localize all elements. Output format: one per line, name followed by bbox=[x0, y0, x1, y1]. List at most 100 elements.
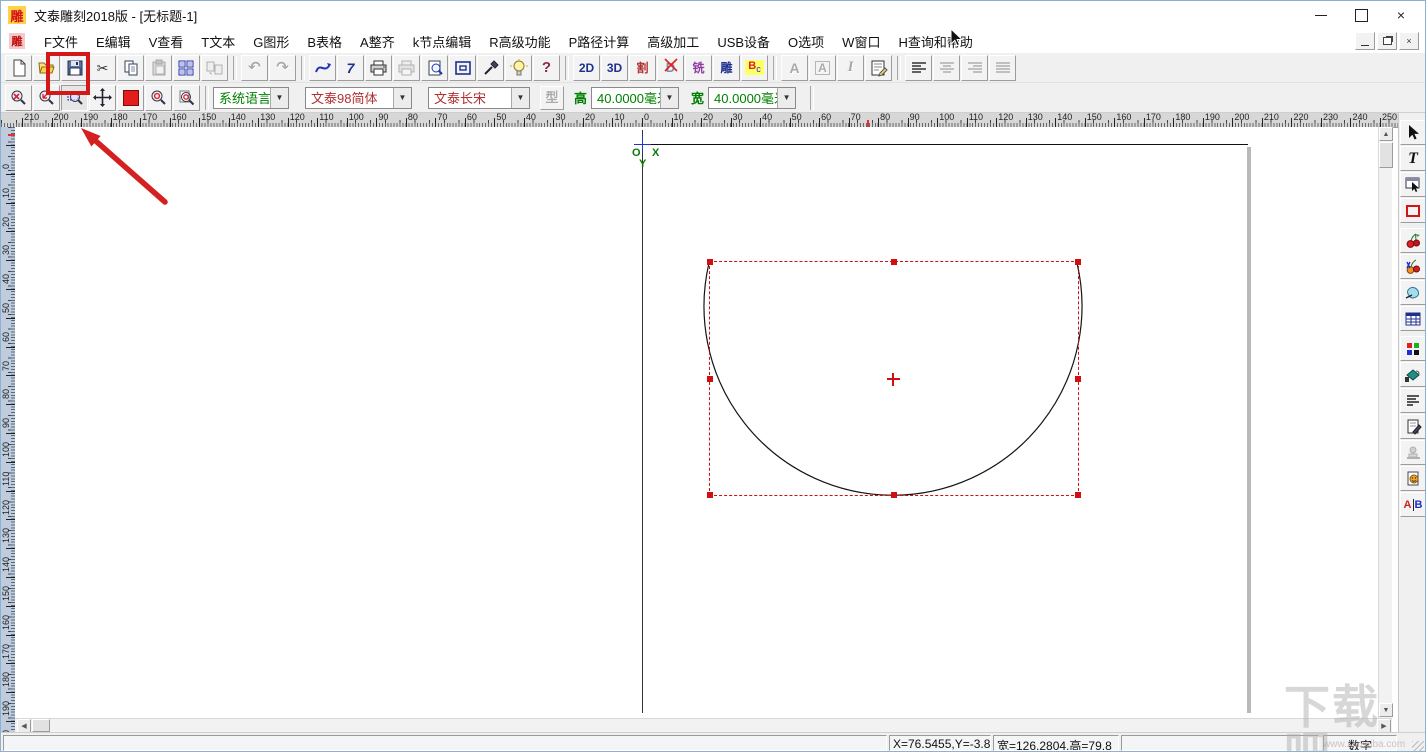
selection-handle[interactable] bbox=[891, 492, 897, 498]
chevron-down-icon[interactable]: ▼ bbox=[270, 88, 288, 108]
selection-handle[interactable] bbox=[707, 492, 713, 498]
type-button[interactable]: 型 bbox=[540, 86, 564, 110]
selection-handle[interactable] bbox=[707, 376, 713, 382]
horizontal-scrollbar[interactable]: ◀ ▶ bbox=[15, 718, 1392, 732]
zoom-out-button[interactable] bbox=[5, 85, 32, 111]
open-button[interactable] bbox=[33, 55, 60, 81]
mdi-restore-button[interactable] bbox=[1377, 32, 1397, 50]
italic-button[interactable]: I bbox=[837, 55, 864, 81]
eyedropper-button[interactable] bbox=[477, 55, 504, 81]
plot-output-button[interactable] bbox=[393, 55, 420, 81]
text-frame-button[interactable]: A bbox=[809, 55, 836, 81]
region-select-tool-button[interactable] bbox=[1400, 280, 1426, 305]
horizontal-scroll-thumb[interactable] bbox=[32, 719, 50, 732]
minimize-button[interactable] bbox=[1301, 3, 1341, 27]
selection-handle[interactable] bbox=[1075, 492, 1081, 498]
color-swatch-button[interactable] bbox=[117, 85, 144, 111]
menu-item-14[interactable]: H查询和帮助 bbox=[889, 29, 981, 54]
tips-button[interactable] bbox=[505, 55, 532, 81]
menu-item-5[interactable]: B表格 bbox=[298, 29, 351, 54]
select-tool-button[interactable] bbox=[1400, 120, 1426, 145]
font-name-combobox[interactable]: 文泰长宋 ▼ bbox=[428, 87, 530, 109]
width-combobox[interactable]: 40.0000毫米 ▼ bbox=[708, 87, 796, 109]
menu-item-2[interactable]: V查看 bbox=[140, 29, 193, 54]
toolpath-2d-button[interactable]: 2D bbox=[573, 55, 600, 81]
mdi-minimize-button[interactable] bbox=[1355, 32, 1375, 50]
scroll-right-button[interactable]: ▶ bbox=[1377, 719, 1391, 733]
zoom-object-button[interactable] bbox=[145, 85, 172, 111]
new-document-button[interactable] bbox=[5, 55, 32, 81]
fill-tool-button[interactable] bbox=[1400, 362, 1426, 387]
zoom-page-button[interactable] bbox=[173, 85, 200, 111]
align-justify-button[interactable] bbox=[989, 55, 1016, 81]
menu-item-12[interactable]: O选项 bbox=[779, 29, 833, 54]
document-icon[interactable]: 雕 bbox=[9, 33, 25, 49]
selection-handle[interactable] bbox=[707, 259, 713, 265]
engrave-preview-button[interactable] bbox=[449, 55, 476, 81]
scroll-down-button[interactable]: ▼ bbox=[1379, 703, 1393, 717]
toolpath-3d-button[interactable]: 3D bbox=[601, 55, 628, 81]
selection-handle[interactable] bbox=[1075, 259, 1081, 265]
clipart-page-tool-button[interactable] bbox=[1400, 466, 1426, 491]
shape-tool-button[interactable]: 7 bbox=[337, 55, 364, 81]
align-right-button[interactable] bbox=[961, 55, 988, 81]
menu-item-9[interactable]: P路径计算 bbox=[560, 29, 639, 54]
scroll-left-button[interactable]: ◀ bbox=[17, 719, 31, 733]
color-palette-button[interactable] bbox=[1400, 336, 1426, 361]
vertical-scroll-thumb[interactable] bbox=[1379, 142, 1393, 168]
page-edit-tool-button[interactable] bbox=[1400, 414, 1426, 439]
menu-item-6[interactable]: A整齐 bbox=[351, 29, 404, 54]
menu-item-8[interactable]: R高级功能 bbox=[480, 29, 559, 54]
paste-button[interactable] bbox=[145, 55, 172, 81]
resize-grip[interactable] bbox=[1412, 741, 1424, 752]
undo-button[interactable]: ↶ bbox=[241, 55, 268, 81]
text-edit-button[interactable] bbox=[865, 55, 892, 81]
text-tool-button[interactable]: T bbox=[1400, 146, 1426, 171]
zoom-window-button[interactable] bbox=[61, 85, 88, 111]
close-button[interactable]: × bbox=[1381, 3, 1421, 27]
drawing-canvas[interactable]: O X Y bbox=[15, 127, 1378, 718]
selection-handle[interactable] bbox=[1075, 376, 1081, 382]
menu-item-3[interactable]: T文本 bbox=[192, 29, 244, 54]
curve-tool-button[interactable] bbox=[309, 55, 336, 81]
print-button[interactable] bbox=[365, 55, 392, 81]
scroll-up-button[interactable]: ▲ bbox=[1379, 127, 1393, 141]
menu-item-13[interactable]: W窗口 bbox=[833, 29, 889, 54]
array-copy-button[interactable] bbox=[173, 55, 200, 81]
chevron-down-icon[interactable]: ▼ bbox=[393, 88, 411, 108]
stamp-tool-button[interactable] bbox=[1400, 440, 1426, 465]
multi-paste-button[interactable] bbox=[201, 55, 228, 81]
color-clipart-tool-button[interactable] bbox=[1400, 254, 1426, 279]
menu-item-7[interactable]: k节点编辑 bbox=[404, 29, 481, 54]
mdi-close-button[interactable]: × bbox=[1399, 32, 1419, 50]
chevron-down-icon[interactable]: ▼ bbox=[511, 88, 529, 108]
table-tool-button[interactable] bbox=[1400, 306, 1426, 331]
save-button[interactable] bbox=[61, 55, 88, 81]
selection-handle[interactable] bbox=[891, 259, 897, 265]
align-left-button[interactable] bbox=[905, 55, 932, 81]
clipart-tool-button[interactable] bbox=[1400, 228, 1426, 253]
text-art-button[interactable]: A bbox=[781, 55, 808, 81]
rectangle-tool-button[interactable] bbox=[1400, 198, 1426, 223]
engrave-output-button[interactable]: 雕 bbox=[713, 55, 740, 81]
kerning-tool-button[interactable]: AB bbox=[1400, 492, 1426, 517]
paragraph-tool-button[interactable] bbox=[1400, 388, 1426, 413]
chevron-down-icon[interactable]: ▼ bbox=[777, 88, 795, 108]
font-band-combobox[interactable]: 文泰98简体 ▼ bbox=[305, 87, 412, 109]
maximize-button[interactable] bbox=[1341, 3, 1381, 27]
menu-item-10[interactable]: 高级加工 bbox=[638, 29, 708, 54]
cut-button[interactable]: ✂ bbox=[89, 55, 116, 81]
pan-button[interactable] bbox=[89, 85, 116, 111]
zoom-previous-button[interactable] bbox=[33, 85, 60, 111]
redo-button[interactable]: ↷ bbox=[269, 55, 296, 81]
background-color-button[interactable]: Bc bbox=[741, 55, 768, 81]
menu-item-11[interactable]: USB设备 bbox=[708, 29, 779, 54]
cancel-toolpath-button[interactable]: D bbox=[657, 55, 684, 81]
vertical-scrollbar[interactable]: ▲ ▼ bbox=[1378, 127, 1392, 718]
menu-item-1[interactable]: E编辑 bbox=[87, 29, 140, 54]
language-combobox[interactable]: 系统语言 ▼ bbox=[213, 87, 289, 109]
node-edit-tool-button[interactable] bbox=[1400, 172, 1426, 197]
mill-button[interactable]: 铣 bbox=[685, 55, 712, 81]
help-button[interactable]: ? bbox=[533, 55, 560, 81]
height-combobox[interactable]: 40.0000毫米 ▼ bbox=[591, 87, 679, 109]
